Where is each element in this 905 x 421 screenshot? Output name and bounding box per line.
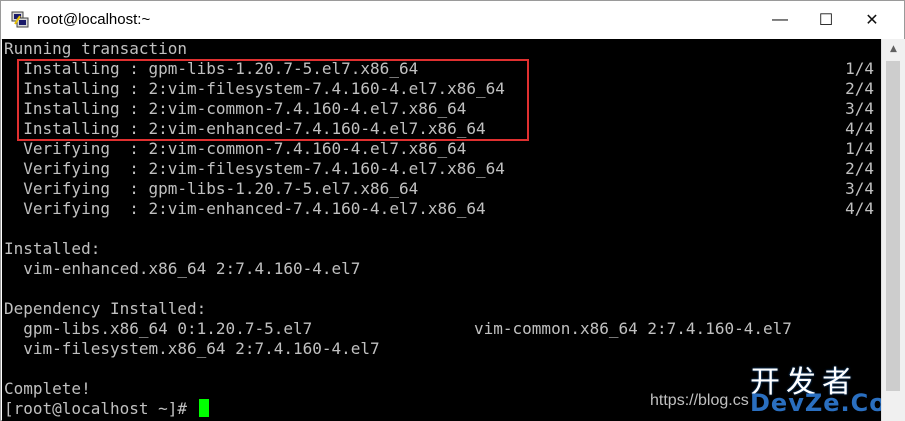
terminal-line: Verifying : 2:vim-filesystem-7.4.160-4.e… [4,159,505,178]
prompt-line[interactable]: [root@localhost ~]# [4,399,209,419]
progress-counter: 4/4 [845,199,874,218]
close-button[interactable]: ✕ [849,1,895,39]
watermark-logo-en: DevZe.CoM [750,389,881,417]
maximize-button[interactable]: ☐ [803,1,849,39]
title-bar[interactable]: root@localhost:~ — ☐ ✕ [1,1,904,40]
scroll-up-arrow-icon[interactable]: ▲ [882,39,905,59]
terminal-line: Complete! [4,379,91,398]
progress-counter: 3/4 [845,179,874,198]
terminal-line: Dependency Installed: [4,299,207,318]
highlight-annotation-box [17,59,529,141]
putty-app-icon[interactable] [11,10,29,28]
terminal-output[interactable]: Running transaction Installing : gpm-lib… [2,39,881,421]
minimize-button[interactable]: — [757,1,803,39]
window-title: root@localhost:~ [37,11,151,28]
dependency-package: vim-common.x86_64 2:7.4.160-4.el7 [474,319,792,338]
terminal-line: Running transaction [4,39,188,58]
terminal-line: Verifying : 2:vim-common-7.4.160-4.el7.x… [4,139,467,158]
text-cursor [198,399,209,417]
progress-counter: 4/4 [845,119,874,138]
terminal-line: Verifying : 2:vim-enhanced-7.4.160-4.el7… [4,199,486,218]
scrollbar-thumb[interactable] [886,61,900,391]
terminal-line: Verifying : gpm-libs-1.20.7-5.el7.x86_64 [4,179,419,198]
terminal-line: Installed: [4,239,101,258]
terminal-window: root@localhost:~ — ☐ ✕ Running transacti… [0,0,905,421]
terminal-line: gpm-libs.x86_64 0:1.20.7-5.el7 [4,319,313,338]
terminal-line: vim-filesystem.x86_64 2:7.4.160-4.el7 [4,339,380,358]
progress-counter: 3/4 [845,99,874,118]
watermark-logo: 开发者 DevZe.CoM [750,357,881,419]
vertical-scrollbar[interactable]: ▲ [881,39,905,421]
progress-counter: 2/4 [845,159,874,178]
progress-counter: 1/4 [845,139,874,158]
progress-counter: 2/4 [845,79,874,98]
terminal-line: vim-enhanced.x86_64 2:7.4.160-4.el7 [4,259,361,278]
shell-prompt: [root@localhost ~]# [4,399,197,418]
watermark-url: https://blog.cs [650,392,749,409]
progress-counter: 1/4 [845,59,874,78]
